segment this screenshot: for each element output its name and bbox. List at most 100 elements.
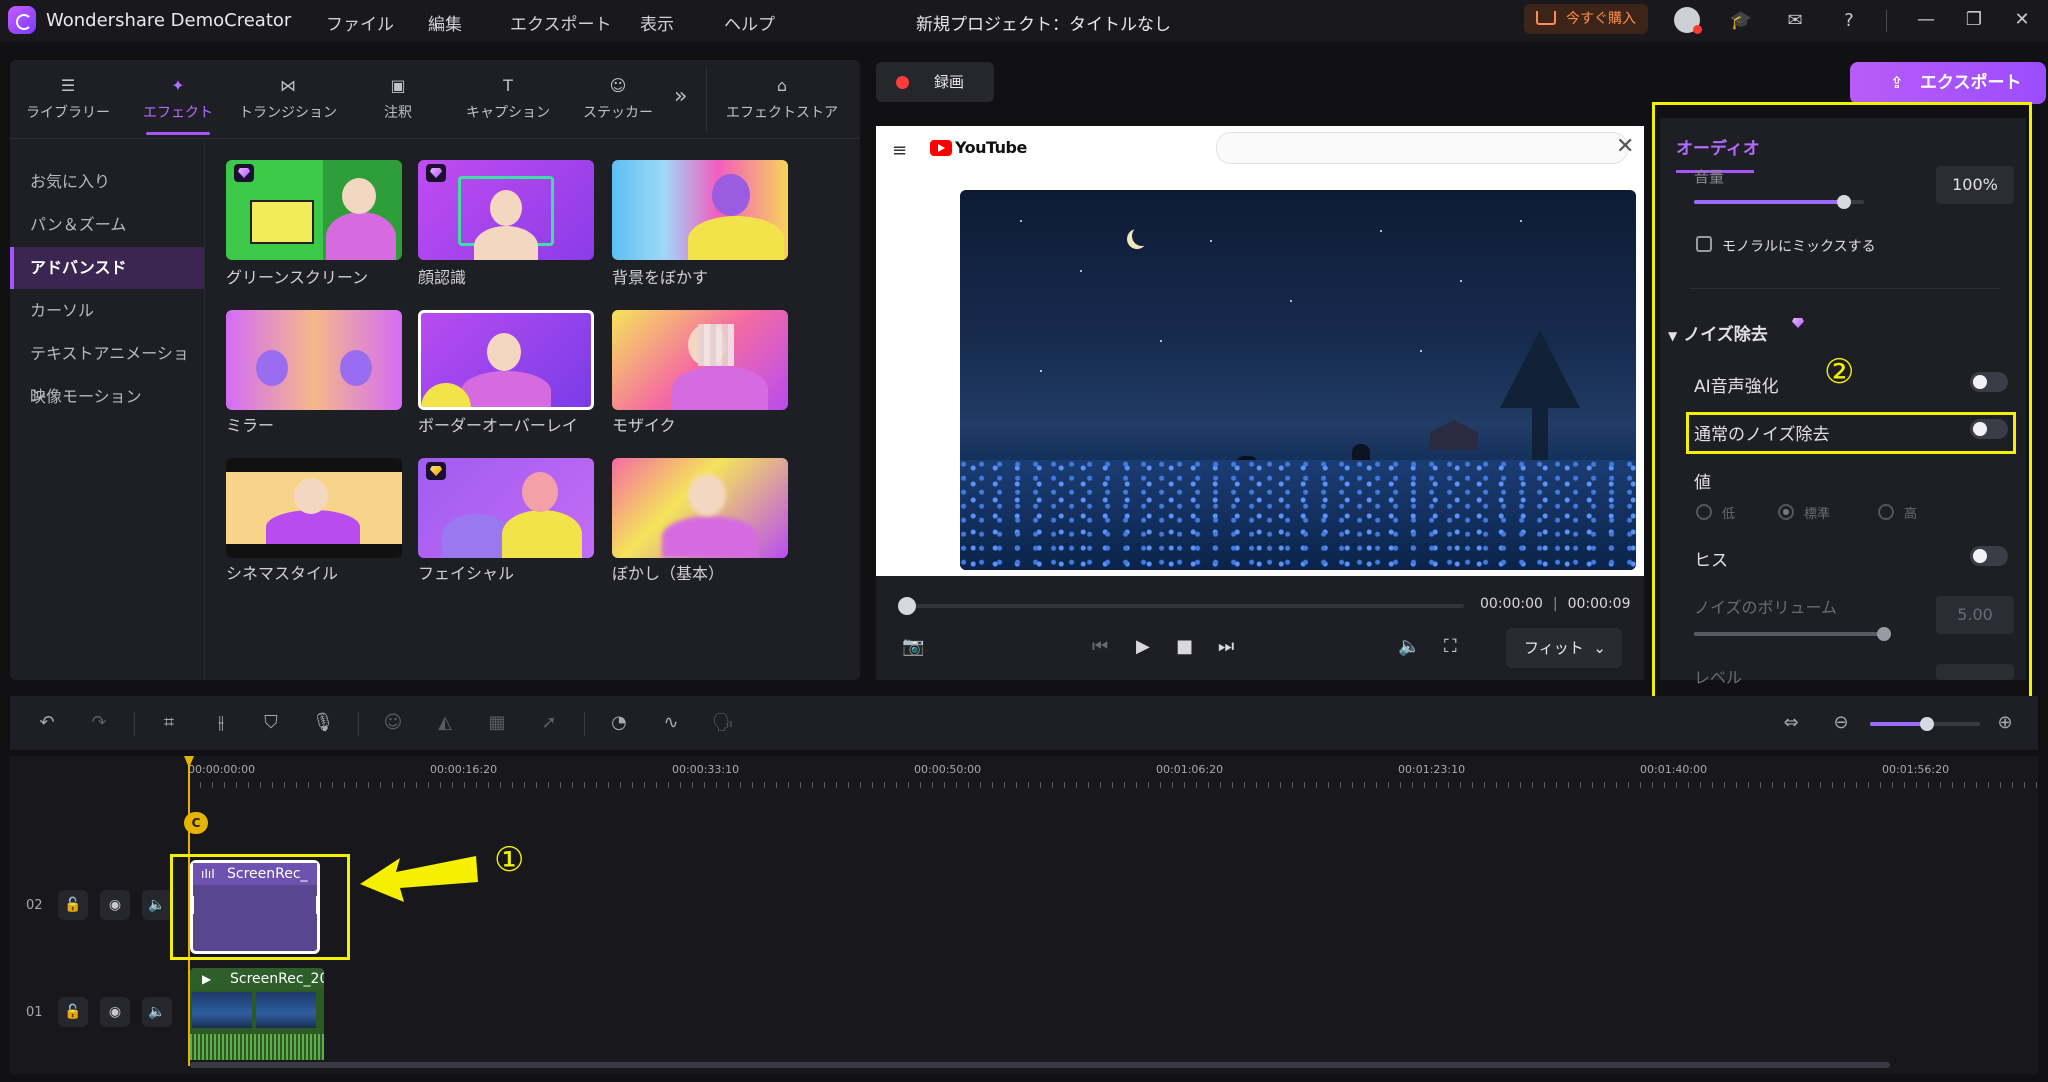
tab-effects[interactable]: ✦ エフェクト xyxy=(128,60,228,138)
fullscreen-icon[interactable]: ⛶ xyxy=(1444,636,1457,657)
effect-blur-background-thumb[interactable] xyxy=(612,160,788,260)
play-icon[interactable]: ▶ xyxy=(1136,636,1150,657)
close-icon[interactable]: ✕ xyxy=(2008,6,2036,34)
category-pan-zoom[interactable]: パン＆ズーム xyxy=(10,204,204,246)
buy-now-button[interactable]: 今すぐ購入 xyxy=(1524,4,1648,34)
tab-effect-store[interactable]: ⌂ エフェクトストア xyxy=(720,60,844,138)
audio-wave-icon[interactable]: ∿ xyxy=(658,710,684,736)
category-divider xyxy=(204,140,205,680)
menu-file[interactable]: ファイル xyxy=(326,10,394,35)
effect-face-detect-label: 顔認識 xyxy=(418,268,467,287)
star xyxy=(1210,240,1212,242)
star xyxy=(1040,370,1042,372)
microphone-icon[interactable]: 🎙 xyxy=(310,710,336,736)
lock-icon[interactable]: 🔓 xyxy=(58,997,88,1027)
head-shape xyxy=(342,178,376,214)
previous-frame-icon[interactable]: ⏮ xyxy=(1092,636,1108,657)
category-text-animation[interactable]: テキストアニメーション xyxy=(10,333,204,405)
fit-timeline-icon[interactable]: ⇔ xyxy=(1778,710,1804,736)
store-icon: ⌂ xyxy=(776,76,788,95)
voice-changer-icon[interactable]: 🗣 xyxy=(710,710,736,736)
category-cursor[interactable]: カーソル xyxy=(10,290,204,332)
cart-icon xyxy=(1536,11,1556,25)
more-tabs-icon[interactable]: » xyxy=(674,84,687,109)
head-shape xyxy=(712,174,750,216)
tab-captions[interactable]: T キャプション xyxy=(458,60,558,138)
fit-dropdown[interactable]: フィット ⌄ xyxy=(1506,628,1622,668)
zoom-out-icon[interactable]: ⊖ xyxy=(1828,710,1854,736)
head-shape xyxy=(256,350,288,386)
buy-now-label: 今すぐ購入 xyxy=(1566,11,1636,27)
ruler-label: 00:00:16:20 xyxy=(430,763,498,776)
stop-icon[interactable]: ■ xyxy=(1176,636,1193,657)
shield-icon[interactable]: ⛉ xyxy=(258,710,284,736)
cursor-icon[interactable]: ➚ xyxy=(536,710,562,736)
graduation-cap-icon[interactable]: 🎓 xyxy=(1728,8,1754,34)
tab-transitions[interactable]: ⋈ トランジション xyxy=(238,60,338,138)
timeline-horizontal-scrollbar[interactable] xyxy=(190,1062,1890,1068)
tree-shape xyxy=(1500,330,1580,460)
menu-edit[interactable]: 編集 xyxy=(428,10,462,35)
zoom-slider-knob[interactable] xyxy=(1920,717,1934,731)
effect-border-overlay-thumb[interactable] xyxy=(418,310,594,410)
effect-facial-thumb[interactable] xyxy=(418,458,594,558)
tab-stickers[interactable]: ☺ ステッカー xyxy=(568,60,668,138)
eye-icon[interactable]: ◉ xyxy=(100,890,130,920)
yellow-arrow-icon xyxy=(360,856,478,902)
person-shape xyxy=(662,516,758,558)
hamburger-menu-icon: ≡ xyxy=(892,140,908,161)
minimize-icon[interactable]: — xyxy=(1912,6,1940,34)
help-icon[interactable]: ? xyxy=(1836,8,1862,34)
video-clip[interactable] xyxy=(190,990,324,1060)
eye-icon[interactable]: ◉ xyxy=(100,997,130,1027)
speaker-icon[interactable]: 🔈 xyxy=(142,890,172,920)
zoom-in-icon[interactable]: ⊕ xyxy=(1992,710,2018,736)
menu-export[interactable]: エクスポート xyxy=(510,10,612,35)
redo-icon[interactable]: ↷ xyxy=(86,710,112,736)
head-shape xyxy=(487,333,521,371)
effect-blur-background-label: 背景をぼかす xyxy=(612,268,709,287)
undo-icon[interactable]: ↶ xyxy=(34,710,60,736)
next-frame-icon[interactable]: ⏭ xyxy=(1218,636,1234,657)
tab-library[interactable]: ☰ ライブラリー xyxy=(18,60,118,138)
maximize-icon[interactable]: ❐ xyxy=(1960,6,1988,34)
category-advanced[interactable]: アドバンスド xyxy=(10,247,204,289)
record-button[interactable]: 録画 xyxy=(876,62,994,102)
chapter-marker[interactable]: C xyxy=(184,812,208,834)
star xyxy=(1160,340,1162,342)
track-number: 02 xyxy=(26,898,43,913)
ruler-label: 00:00:33:10 xyxy=(672,763,740,776)
speed-icon[interactable]: ◔ xyxy=(606,710,632,736)
crop-icon[interactable]: ⌗ xyxy=(156,710,182,736)
effect-mosaic-thumb[interactable] xyxy=(612,310,788,410)
mail-icon[interactable]: ✉ xyxy=(1782,8,1808,34)
effect-mirror-thumb[interactable] xyxy=(226,310,402,410)
export-button[interactable]: ⇪ エクスポート xyxy=(1850,62,2046,104)
mosaic-icon[interactable]: ▦ xyxy=(484,710,510,736)
snapshot-camera-icon[interactable]: 📷 xyxy=(902,636,924,657)
menu-view[interactable]: 表示 xyxy=(640,10,674,35)
effect-face-detect-thumb[interactable] xyxy=(418,160,594,260)
seek-bar[interactable] xyxy=(904,604,1464,608)
tab-effects-label: エフェクト xyxy=(143,105,213,121)
speaker-icon[interactable]: 🔈 xyxy=(142,997,172,1027)
toolbar-divider xyxy=(134,712,135,736)
mirror-icon[interactable]: ◭ xyxy=(432,710,458,736)
effect-green-screen-thumb[interactable] xyxy=(226,160,402,260)
lock-icon[interactable]: 🔓 xyxy=(58,890,88,920)
split-icon[interactable]: ⫲ xyxy=(208,710,234,736)
category-favorites[interactable]: お気に入り xyxy=(10,161,204,203)
effect-cinema-style-thumb[interactable] xyxy=(226,458,402,558)
star xyxy=(1380,230,1382,232)
tab-annotations[interactable]: ▣ 注釈 xyxy=(348,60,448,138)
effect-basic-blur-thumb[interactable] xyxy=(612,458,788,558)
face-icon[interactable]: ☺ xyxy=(380,710,406,736)
video-clip-label: ScreenRec_20 xyxy=(230,971,324,987)
menu-help[interactable]: ヘルプ xyxy=(724,10,775,35)
seek-knob[interactable] xyxy=(898,597,916,615)
volume-icon[interactable]: 🔈 xyxy=(1398,636,1420,657)
app-logo-icon xyxy=(8,6,36,34)
ruler-label: 00:00:50:00 xyxy=(914,763,982,776)
category-video-motion[interactable]: 映像モーション xyxy=(10,376,204,418)
avatar[interactable] xyxy=(1674,7,1702,34)
